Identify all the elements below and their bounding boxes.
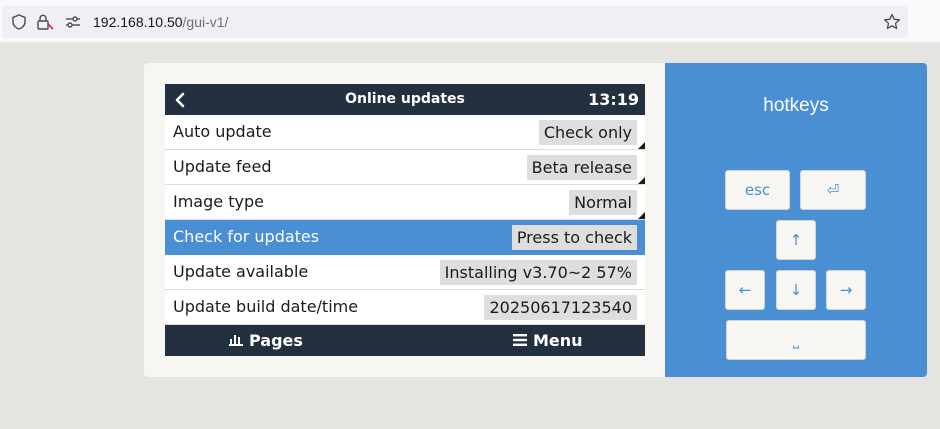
row-update-feed[interactable]: Update feed Beta release: [165, 150, 645, 185]
row-value: Check only: [538, 120, 637, 145]
row-label: Update build date/time: [173, 297, 359, 316]
hotkeys-panel: hotkeys esc ⏎ ↑ ← ↓ → ⎵: [665, 63, 927, 377]
address-bar[interactable]: 192.168.10.50/gui-v1/: [2, 6, 908, 38]
row-label: Check for updates: [173, 227, 320, 246]
hamburger-icon: [513, 331, 527, 350]
menu-button[interactable]: Menu: [513, 325, 583, 356]
row-update-available[interactable]: Update available Installing v3.70~2 57%: [165, 255, 645, 290]
pages-label: Pages: [249, 331, 303, 350]
menu-label: Menu: [533, 331, 583, 350]
url-path: /gui-v1/: [182, 14, 229, 30]
row-label: Update feed: [173, 157, 272, 176]
dropdown-corner-icon: [638, 212, 645, 219]
row-value: Beta release: [526, 155, 637, 180]
shield-icon[interactable]: [10, 6, 28, 38]
space-key[interactable]: ⎵: [726, 320, 866, 360]
down-arrow-key[interactable]: ↓: [776, 270, 816, 310]
bookmark-star-icon[interactable]: [882, 6, 902, 38]
clock: 13:19: [588, 90, 639, 109]
right-arrow-key[interactable]: →: [826, 270, 866, 310]
gui-panel: Online updates 13:19 Auto update Check o…: [144, 63, 927, 377]
lock-warning-icon[interactable]: [35, 6, 55, 38]
row-check-for-updates[interactable]: Check for updates Press to check: [165, 220, 645, 255]
row-label: Update available: [173, 262, 309, 281]
row-label: Image type: [173, 192, 264, 211]
row-value: 20250617123540: [484, 295, 637, 320]
site-permissions-icon[interactable]: [64, 6, 82, 38]
row-auto-update[interactable]: Auto update Check only: [165, 115, 645, 150]
title-bar: Online updates 13:19: [165, 84, 645, 115]
left-arrow-key[interactable]: ←: [725, 270, 765, 310]
up-arrow-key[interactable]: ↑: [776, 220, 816, 260]
pages-button[interactable]: Pages: [229, 325, 303, 356]
bottom-bar: Pages Menu: [165, 325, 645, 356]
row-image-type[interactable]: Image type Normal: [165, 185, 645, 220]
browser-toolbar: 192.168.10.50/gui-v1/: [0, 0, 940, 43]
enter-key[interactable]: ⏎: [800, 170, 866, 210]
esc-key[interactable]: esc: [725, 170, 790, 210]
dropdown-corner-icon: [638, 142, 645, 149]
hotkeys-title: hotkeys: [763, 95, 829, 116]
row-value: Normal: [569, 190, 637, 215]
dropdown-corner-icon: [638, 177, 645, 184]
url-host: 192.168.10.50: [93, 14, 183, 30]
page-title: Online updates: [345, 91, 465, 107]
url-text[interactable]: 192.168.10.50/gui-v1/: [93, 6, 228, 38]
row-update-build-date[interactable]: Update build date/time 20250617123540: [165, 290, 645, 325]
press-to-check-button[interactable]: Press to check: [511, 225, 637, 250]
row-value: Installing v3.70~2 57%: [439, 260, 637, 285]
bar-chart-icon: [229, 331, 243, 350]
row-label: Auto update: [173, 122, 272, 141]
device-screen: Online updates 13:19 Auto update Check o…: [165, 84, 645, 356]
